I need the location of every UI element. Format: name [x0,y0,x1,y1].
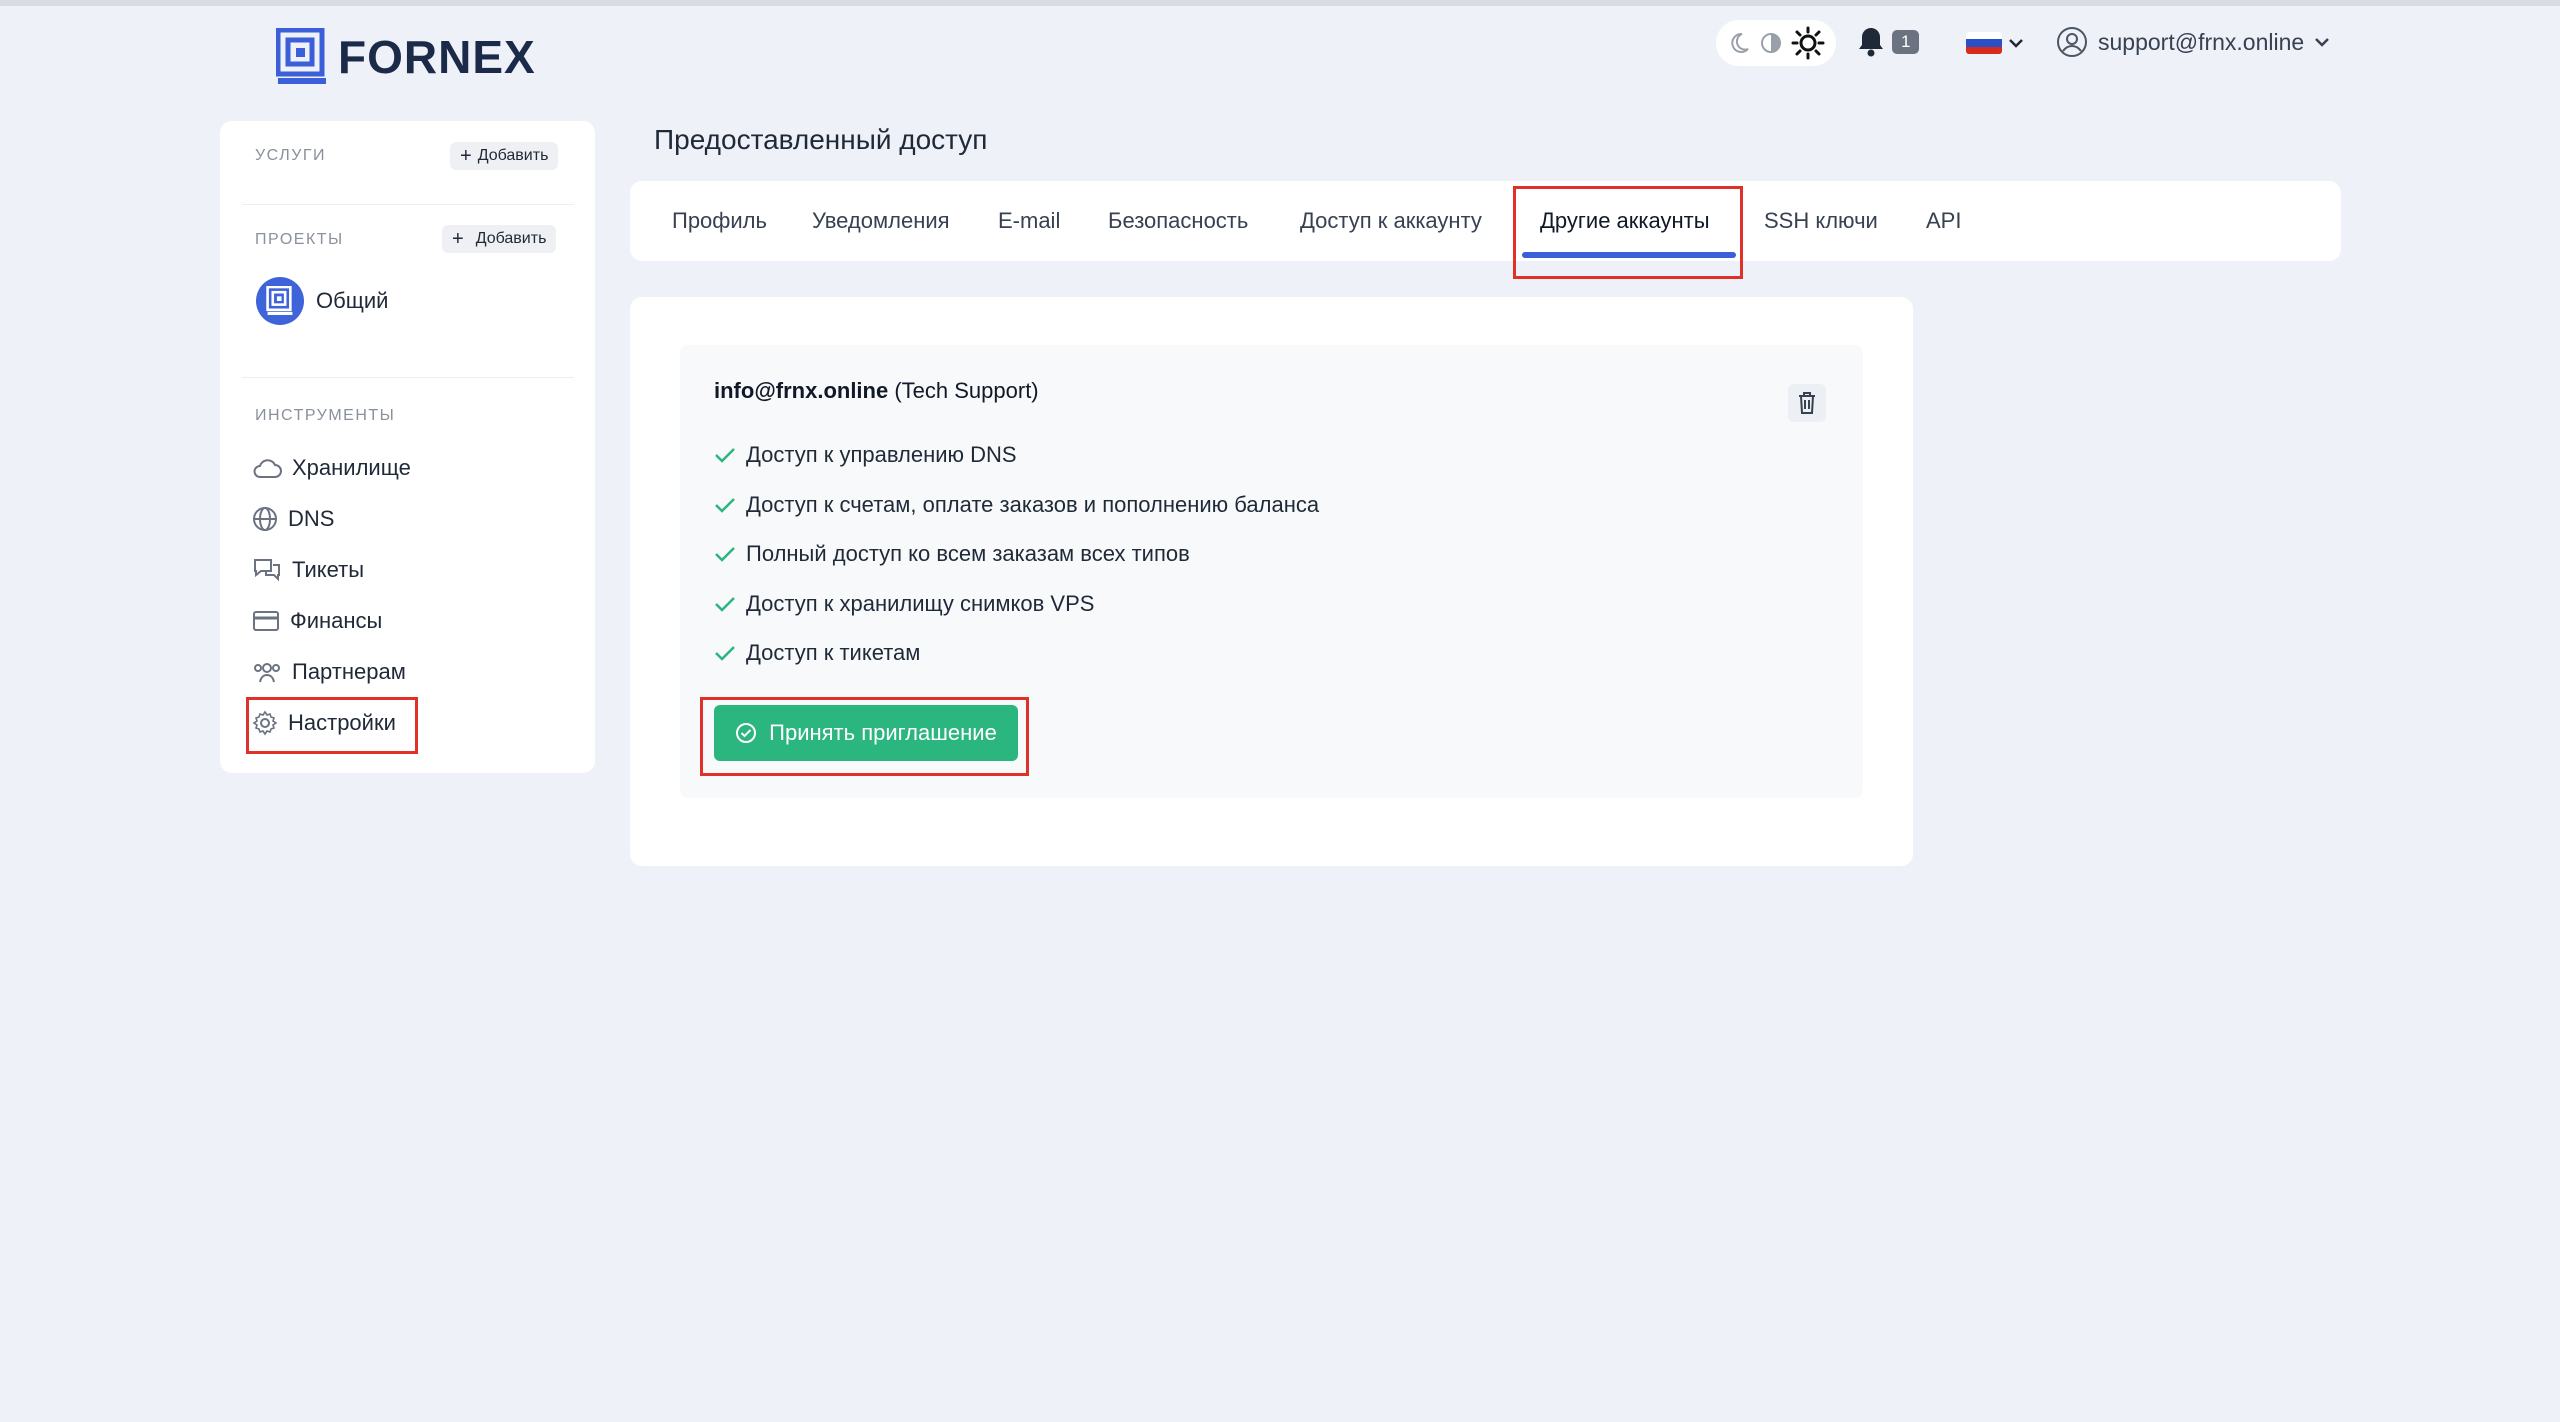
auto-theme-icon[interactable] [1760,32,1782,54]
projects-label: ПРОЕКТЫ [255,231,344,248]
logo[interactable]: FORNEX [276,28,536,86]
plus-icon: + [452,227,464,250]
sidebar-item-partners[interactable]: Партнерам [252,655,406,689]
divider [242,377,574,378]
sun-icon[interactable] [1791,26,1825,60]
page-title: Предоставленный доступ [654,124,988,155]
accept-button-highlight-box [700,697,1029,776]
sidebar: УСЛУГИ + Добавить ПРОЕКТЫ + Добавить Общ… [220,121,595,773]
project-name: Общий [316,288,389,313]
tab-account-access[interactable]: Доступ к аккаунту [1300,181,1482,261]
sidebar-item-tickets[interactable]: Тикеты [252,553,364,587]
settings-highlight-box [246,697,418,754]
bell-icon[interactable] [1856,26,1886,58]
moon-icon[interactable] [1727,31,1751,55]
permission-item: Доступ к счетам, оплате заказов и пополн… [714,492,1319,518]
chevron-down-icon [2009,39,2023,48]
tab-profile[interactable]: Профиль [672,181,767,261]
top-border [0,0,2560,6]
logo-text: FORNEX [338,31,536,83]
sidebar-item-dns[interactable]: DNS [252,502,334,536]
user-menu[interactable]: support@frnx.online [2056,26,2330,58]
notification-count-badge: 1 [1892,30,1920,54]
project-logo-icon [266,286,293,315]
check-icon [715,597,735,612]
project-avatar [256,277,304,325]
user-email: support@frnx.online [2098,28,2305,55]
theme-switch[interactable] [1716,20,1836,66]
permission-item: Доступ к хранилищу снимков VPS [714,591,1094,617]
permission-item: Полный доступ ко всем заказам всех типов [714,541,1190,567]
tab-email[interactable]: E-mail [998,181,1060,261]
account-name: (Tech Support) [894,378,1039,403]
add-project-button[interactable]: + Добавить [442,225,557,253]
project-item[interactable]: Общий [256,277,388,325]
divider [242,204,574,205]
tab-api[interactable]: API [1926,181,1961,261]
card-icon [253,611,279,631]
check-icon [715,646,735,661]
tab-ssh-keys[interactable]: SSH ключи [1764,181,1878,261]
check-icon [715,498,735,513]
permission-item: Доступ к управлению DNS [714,442,1017,468]
tab-notifications[interactable]: Уведомления [812,181,950,261]
check-icon [715,547,735,562]
plus-icon: + [460,144,472,167]
account-title: info@frnx.online (Tech Support) [714,378,1039,404]
delete-button[interactable] [1788,384,1826,422]
trash-icon [1799,392,1815,414]
chat-icon [254,559,280,582]
tabs-bar: Профиль Уведомления E-mail Безопасность … [630,181,2341,261]
account-email: info@frnx.online [714,378,889,403]
chevron-down-icon [2315,38,2330,47]
tab-security[interactable]: Безопасность [1108,181,1248,261]
cloud-icon [253,459,282,478]
notifications[interactable]: 1 [1856,26,1920,58]
users-icon [254,663,280,683]
add-service-button[interactable]: + Добавить [450,142,559,170]
fornex-logo-icon [276,28,326,84]
tools-label: ИНСТРУМЕНТЫ [255,407,396,424]
active-tab-highlight-box [1513,186,1743,279]
user-icon [2057,27,2087,57]
services-label: УСЛУГИ [255,147,327,164]
globe-icon [253,507,277,531]
permission-item: Доступ к тикетам [714,640,920,666]
sidebar-item-finance[interactable]: Финансы [252,604,382,638]
language-selector[interactable] [1966,32,2024,54]
sidebar-item-storage[interactable]: Хранилище [252,451,411,485]
check-icon [715,448,735,463]
russian-flag-icon [1966,32,2002,54]
